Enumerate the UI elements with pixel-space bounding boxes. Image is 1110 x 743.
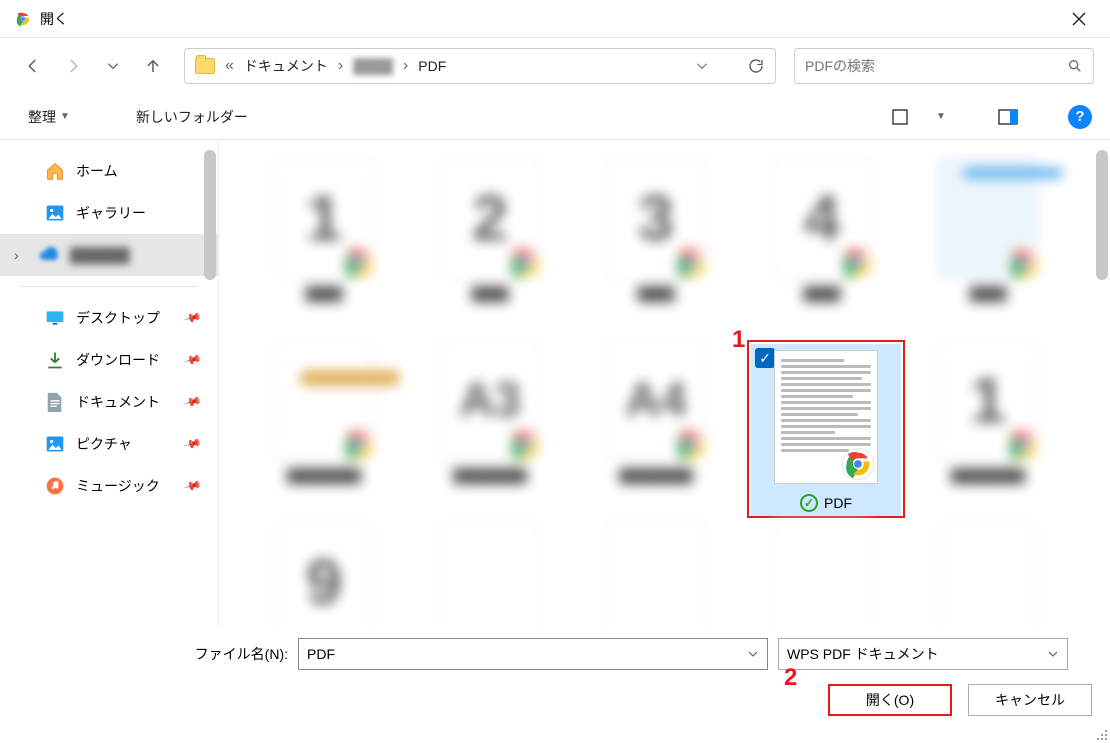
breadcrumb-ellipsis: «: [225, 57, 234, 75]
pin-icon: 📌: [183, 434, 203, 454]
folder-icon: [195, 58, 215, 74]
download-icon: [44, 349, 66, 371]
annotation-callout-2: 2: [784, 664, 797, 692]
organize-menu[interactable]: 整理▼: [28, 107, 70, 127]
chrome-icon: [841, 447, 875, 481]
sidebar-label: ダウンロード: [76, 350, 160, 370]
sidebar-item-music[interactable]: ミュージック 📌: [0, 465, 218, 507]
file-thumb[interactable]: 2████: [415, 158, 565, 326]
address-bar[interactable]: « ドキュメント › ████ › PDF: [184, 48, 776, 84]
sidebar-scrollbar[interactable]: [204, 150, 216, 280]
view-dropdown[interactable]: ▼: [934, 103, 948, 131]
sidebar-item-desktop[interactable]: デスクトップ 📌: [0, 297, 218, 339]
chrome-icon: [14, 10, 32, 28]
preview-pane-button[interactable]: [994, 103, 1022, 131]
filetype-value: WPS PDF ドキュメント: [787, 644, 939, 664]
filetype-dropdown-icon[interactable]: [1047, 648, 1059, 660]
view-options-button[interactable]: [888, 103, 916, 131]
file-thumb[interactable]: [913, 522, 1063, 626]
sidebar-label: ミュージック: [76, 476, 160, 496]
toolbar: 整理▼ 新しいフォルダー ▼ ?: [0, 94, 1110, 140]
back-button[interactable]: [16, 49, 50, 83]
sync-check-icon: ✓: [800, 494, 818, 512]
file-area: 1████ 2████ 3████ 4████ ████ ████████ A3…: [218, 140, 1110, 626]
sidebar-item-gallery[interactable]: ギャラリー: [0, 192, 218, 234]
selection-checkbox-icon[interactable]: ✓: [755, 348, 775, 368]
filetype-select[interactable]: WPS PDF ドキュメント: [778, 638, 1068, 670]
dialog-title: 開く: [40, 9, 1056, 29]
sidebar-item-current[interactable]: › ██████: [0, 234, 218, 276]
close-button[interactable]: [1056, 3, 1102, 35]
sidebar-item-home[interactable]: ホーム: [0, 150, 218, 192]
help-button[interactable]: ?: [1068, 105, 1092, 129]
filename-label: ファイル名(N):: [18, 644, 288, 664]
desktop-icon: [44, 307, 66, 329]
cloud-icon: [38, 244, 60, 266]
music-icon: [44, 475, 66, 497]
search-icon[interactable]: [1067, 58, 1083, 74]
sidebar-item-downloads[interactable]: ダウンロード 📌: [0, 339, 218, 381]
search-box[interactable]: [794, 48, 1094, 84]
pictures-icon: [44, 433, 66, 455]
sidebar-divider: [20, 286, 198, 287]
sidebar-label: ドキュメント: [76, 392, 160, 412]
filename-input[interactable]: PDF: [298, 638, 768, 670]
sidebar-label: ピクチャ: [76, 434, 132, 454]
file-thumb[interactable]: 9: [249, 522, 399, 626]
chevron-right-icon: ›: [14, 247, 28, 263]
filename-value: PDF: [307, 646, 335, 662]
filearea-scrollbar[interactable]: [1096, 150, 1108, 280]
sidebar-label: ██████: [70, 247, 130, 263]
sidebar-item-pictures[interactable]: ピクチャ 📌: [0, 423, 218, 465]
refresh-button[interactable]: [747, 57, 765, 75]
filename-dropdown-icon[interactable]: [747, 648, 759, 660]
breadcrumb-level-1[interactable]: ████: [353, 58, 393, 74]
file-thumb[interactable]: A3████████: [415, 340, 565, 508]
file-thumb[interactable]: [747, 522, 897, 626]
sidebar-label: ホーム: [76, 161, 118, 181]
pin-icon: 📌: [183, 392, 203, 412]
open-button[interactable]: 開く(O): [828, 684, 952, 716]
forward-button[interactable]: [56, 49, 90, 83]
file-preview: [774, 350, 878, 484]
search-input[interactable]: [805, 58, 1067, 74]
up-button[interactable]: [136, 49, 170, 83]
navbar: « ドキュメント › ████ › PDF: [0, 38, 1110, 94]
breadcrumb-level-0[interactable]: ドキュメント: [244, 56, 328, 76]
annotation-callout-1: 1: [732, 326, 745, 354]
pin-icon: 📌: [183, 308, 203, 328]
gallery-icon: [44, 202, 66, 224]
file-thumb[interactable]: 3████: [581, 158, 731, 326]
file-thumb[interactable]: A4████████: [581, 340, 731, 508]
pin-icon: 📌: [183, 476, 203, 496]
file-thumb[interactable]: [581, 522, 731, 626]
file-thumb[interactable]: [415, 522, 565, 626]
dialog-body: ホーム ギャラリー › ██████ デスクトップ 📌 ダウンロード 📌 ドキュ…: [0, 140, 1110, 626]
file-thumb[interactable]: ████████: [249, 340, 399, 508]
file-thumb[interactable]: 4████: [747, 158, 897, 326]
recent-dropdown[interactable]: [96, 49, 130, 83]
file-label: PDF: [824, 495, 852, 511]
titlebar: 開く: [0, 0, 1110, 38]
sidebar-label: ギャラリー: [76, 203, 146, 223]
resize-grip[interactable]: [1094, 727, 1108, 741]
file-thumb[interactable]: 1████████: [913, 340, 1063, 508]
sidebar-label: デスクトップ: [76, 308, 160, 328]
address-dropdown-icon[interactable]: [695, 59, 709, 73]
file-thumb-selected[interactable]: ✓ ✓ PDF: [747, 340, 905, 518]
chevron-right-icon: ›: [338, 57, 343, 75]
sidebar: ホーム ギャラリー › ██████ デスクトップ 📌 ダウンロード 📌 ドキュ…: [0, 140, 218, 626]
file-thumb[interactable]: 1████: [249, 158, 399, 326]
home-icon: [44, 160, 66, 182]
breadcrumb-level-2[interactable]: PDF: [418, 58, 446, 74]
document-icon: [44, 391, 66, 413]
cancel-button[interactable]: キャンセル: [968, 684, 1092, 716]
new-folder-button[interactable]: 新しいフォルダー: [136, 107, 248, 127]
file-thumb[interactable]: ████: [913, 158, 1063, 326]
pin-icon: 📌: [183, 350, 203, 370]
sidebar-item-documents[interactable]: ドキュメント 📌: [0, 381, 218, 423]
footer: ファイル名(N): PDF WPS PDF ドキュメント 開く(O) キャンセル: [0, 626, 1110, 738]
chevron-right-icon: ›: [403, 57, 408, 75]
